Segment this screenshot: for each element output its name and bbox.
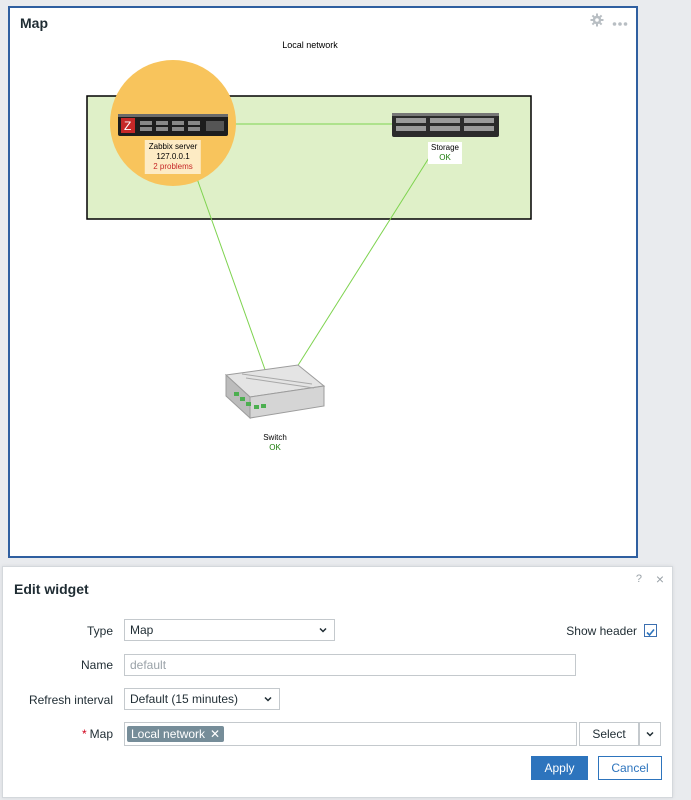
map-tag-label: Local network	[131, 727, 206, 741]
host-status: OK	[439, 153, 451, 162]
close-icon[interactable]: ×	[656, 571, 664, 587]
edit-widget-dialog: Edit widget ? × Type Map Show header Nam…	[2, 566, 673, 798]
help-icon[interactable]: ?	[636, 573, 642, 585]
show-header-checkbox[interactable]	[644, 624, 657, 637]
checkmark-icon	[646, 628, 655, 637]
required-marker: *	[81, 727, 87, 741]
refresh-interval-label: Refresh interval	[28, 693, 113, 707]
name-placeholder: default	[130, 658, 167, 672]
apply-button[interactable]: Apply	[531, 756, 588, 780]
refresh-interval-select[interactable]: Default (15 minutes)	[124, 688, 280, 710]
host-zabbix-server[interactable]: Zabbix server 127.0.0.1 2 problems	[144, 140, 202, 174]
host-address: 127.0.0.1	[156, 152, 190, 161]
name-input[interactable]: default	[124, 654, 576, 676]
name-label: Name	[80, 658, 113, 672]
switch-icon[interactable]	[224, 364, 326, 420]
svg-text:Z: Z	[124, 119, 131, 133]
refresh-interval-value: Default (15 minutes)	[130, 692, 239, 706]
host-storage[interactable]: Storage OK	[427, 142, 463, 164]
cancel-button[interactable]: Cancel	[598, 756, 662, 780]
map-canvas: Z	[86, 60, 532, 420]
host-name: Storage	[430, 143, 460, 152]
chevron-down-icon	[264, 696, 272, 702]
map-label: * Map	[3, 727, 113, 741]
host-name: Switch	[263, 433, 287, 442]
host-name: Zabbix server	[148, 142, 198, 151]
remove-tag-icon[interactable]: ✕	[210, 726, 220, 742]
map-widget: Map Local network Z Zabbix server 127.0.…	[8, 6, 638, 558]
host-switch[interactable]: Switch OK	[263, 433, 287, 453]
host-status: OK	[269, 443, 281, 452]
chevron-down-icon	[646, 731, 654, 737]
dialog-title: Edit widget	[14, 581, 89, 597]
type-select[interactable]: Map	[124, 619, 335, 641]
chevron-down-icon	[319, 627, 327, 633]
map-tag: Local network ✕	[127, 726, 225, 742]
type-value: Map	[130, 623, 154, 637]
host-status: 2 problems	[153, 162, 193, 171]
map-select-dropdown-button[interactable]	[639, 722, 661, 746]
type-label: Type	[86, 624, 113, 638]
show-header-label: Show header	[566, 624, 637, 638]
map-select-button[interactable]: Select	[579, 722, 639, 746]
map-label-text: Map	[89, 727, 113, 741]
server-icon[interactable]: Z	[118, 114, 228, 136]
network-map: Local network Z Zabbix server 127.0.0.1 …	[10, 8, 636, 556]
storage-icon[interactable]	[392, 113, 499, 137]
